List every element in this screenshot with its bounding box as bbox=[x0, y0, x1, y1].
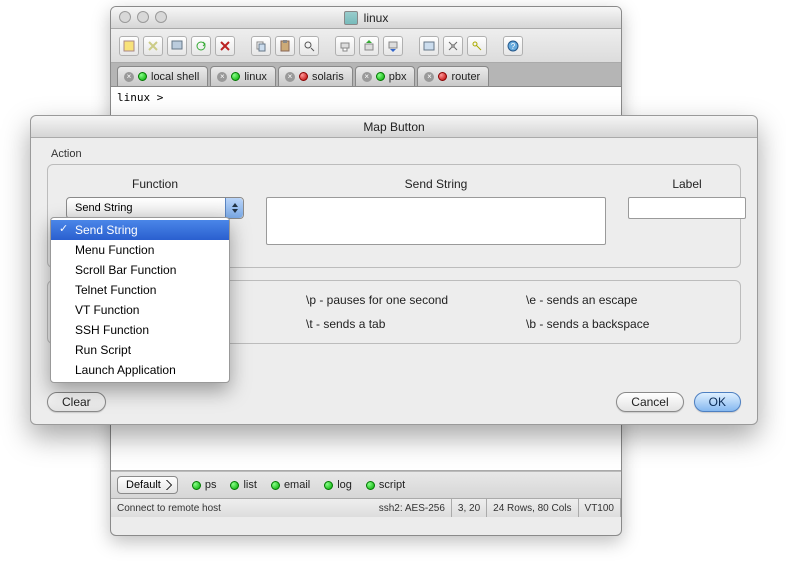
tb-copy-icon[interactable] bbox=[251, 36, 271, 56]
tab-solaris[interactable]: × solaris bbox=[278, 66, 353, 86]
function-menu[interactable]: Send String Menu Function Scroll Bar Fun… bbox=[50, 217, 230, 383]
dot-icon bbox=[271, 481, 280, 490]
status-dot-icon bbox=[376, 72, 385, 81]
tab-label: local shell bbox=[151, 71, 199, 83]
terminal-prompt: linux > bbox=[117, 91, 163, 104]
status-cursor: 3, 20 bbox=[452, 499, 487, 517]
function-combo-value: Send String bbox=[75, 202, 132, 214]
profile-label: Default bbox=[126, 479, 161, 491]
tab-bar: × local shell × linux × solaris × pbx × … bbox=[111, 63, 621, 87]
updown-icon[interactable] bbox=[225, 198, 243, 218]
tb-help-icon[interactable]: ? bbox=[503, 36, 523, 56]
function-header: Function bbox=[132, 177, 178, 191]
hint-p: \p - pauses for one second bbox=[306, 293, 526, 307]
tab-label: linux bbox=[244, 71, 267, 83]
menu-item-ssh-function[interactable]: SSH Function bbox=[51, 320, 229, 340]
tab-label: solaris bbox=[312, 71, 344, 83]
menu-item-menu-function[interactable]: Menu Function bbox=[51, 240, 229, 260]
menu-item-launch-application[interactable]: Launch Application bbox=[51, 360, 229, 380]
tb-find-icon[interactable] bbox=[299, 36, 319, 56]
tb-reconnect-icon[interactable] bbox=[191, 36, 211, 56]
status-bar: Connect to remote host ssh2: AES-256 3, … bbox=[111, 499, 621, 517]
tb-keys-icon[interactable] bbox=[467, 36, 487, 56]
hint-b: \b - sends a backspace bbox=[526, 317, 726, 331]
tab-linux[interactable]: × linux bbox=[210, 66, 276, 86]
tb-terminal-icon[interactable] bbox=[419, 36, 439, 56]
titlebar: linux bbox=[111, 7, 621, 29]
dialog-title: Map Button bbox=[31, 116, 757, 138]
label-header: Label bbox=[672, 177, 701, 191]
tb-quick-connect-icon[interactable] bbox=[143, 36, 163, 56]
menu-item-scroll-bar-function[interactable]: Scroll Bar Function bbox=[51, 260, 229, 280]
status-size: 24 Rows, 80 Cols bbox=[487, 499, 578, 517]
send-string-input[interactable] bbox=[266, 197, 606, 245]
clear-button[interactable]: Clear bbox=[47, 392, 106, 412]
hint-t: \t - sends a tab bbox=[306, 317, 526, 331]
quick-log[interactable]: log bbox=[324, 479, 352, 491]
tb-sessions-icon[interactable] bbox=[167, 36, 187, 56]
menu-item-run-script[interactable]: Run Script bbox=[51, 340, 229, 360]
quick-list[interactable]: list bbox=[230, 479, 256, 491]
status-dot-icon bbox=[231, 72, 240, 81]
menu-item-vt-function[interactable]: VT Function bbox=[51, 300, 229, 320]
tb-transfer-recv-icon[interactable] bbox=[383, 36, 403, 56]
tb-disconnect-icon[interactable] bbox=[215, 36, 235, 56]
bottom-bar: Default ps list email log script bbox=[111, 471, 621, 499]
quick-email[interactable]: email bbox=[271, 479, 310, 491]
action-group-label: Action bbox=[51, 148, 741, 160]
zoom-icon[interactable] bbox=[155, 11, 167, 23]
label-input[interactable] bbox=[628, 197, 746, 219]
tb-print-icon[interactable] bbox=[335, 36, 355, 56]
tab-local-shell[interactable]: × local shell bbox=[117, 66, 208, 86]
status-dot-icon bbox=[438, 72, 447, 81]
dot-icon bbox=[230, 481, 239, 490]
quick-ps[interactable]: ps bbox=[192, 479, 217, 491]
traffic-lights[interactable] bbox=[119, 11, 167, 23]
send-string-header: Send String bbox=[405, 177, 468, 191]
tab-close-icon[interactable]: × bbox=[285, 72, 295, 82]
status-term: VT100 bbox=[579, 499, 621, 517]
svg-text:?: ? bbox=[511, 42, 516, 51]
tb-paste-icon[interactable] bbox=[275, 36, 295, 56]
toolbar: ? bbox=[111, 29, 621, 63]
function-combobox[interactable]: Send String bbox=[66, 197, 244, 219]
tb-new-session-icon[interactable] bbox=[119, 36, 139, 56]
status-dot-icon bbox=[138, 72, 147, 81]
tab-pbx[interactable]: × pbx bbox=[355, 66, 416, 86]
tab-router[interactable]: × router bbox=[417, 66, 489, 86]
tab-label: router bbox=[451, 71, 480, 83]
dot-icon bbox=[192, 481, 201, 490]
tab-close-icon[interactable]: × bbox=[362, 72, 372, 82]
quick-script[interactable]: script bbox=[366, 479, 405, 491]
tb-settings-icon[interactable] bbox=[443, 36, 463, 56]
dot-icon bbox=[324, 481, 333, 490]
profile-dropdown[interactable]: Default bbox=[117, 476, 178, 494]
window-icon bbox=[344, 11, 358, 25]
tb-transfer-send-icon[interactable] bbox=[359, 36, 379, 56]
close-icon[interactable] bbox=[119, 11, 131, 23]
tab-label: pbx bbox=[389, 71, 407, 83]
status-dot-icon bbox=[299, 72, 308, 81]
cancel-button[interactable]: Cancel bbox=[616, 392, 683, 412]
window-title: linux bbox=[364, 11, 389, 25]
tab-close-icon[interactable]: × bbox=[124, 72, 134, 82]
hint-e: \e - sends an escape bbox=[526, 293, 726, 307]
menu-item-send-string[interactable]: Send String bbox=[51, 220, 229, 240]
menu-item-telnet-function[interactable]: Telnet Function bbox=[51, 280, 229, 300]
ok-button[interactable]: OK bbox=[694, 392, 741, 412]
minimize-icon[interactable] bbox=[137, 11, 149, 23]
status-cipher: ssh2: AES-256 bbox=[373, 499, 452, 517]
status-message: Connect to remote host bbox=[111, 503, 373, 514]
tab-close-icon[interactable]: × bbox=[424, 72, 434, 82]
tab-close-icon[interactable]: × bbox=[217, 72, 227, 82]
dot-icon bbox=[366, 481, 375, 490]
